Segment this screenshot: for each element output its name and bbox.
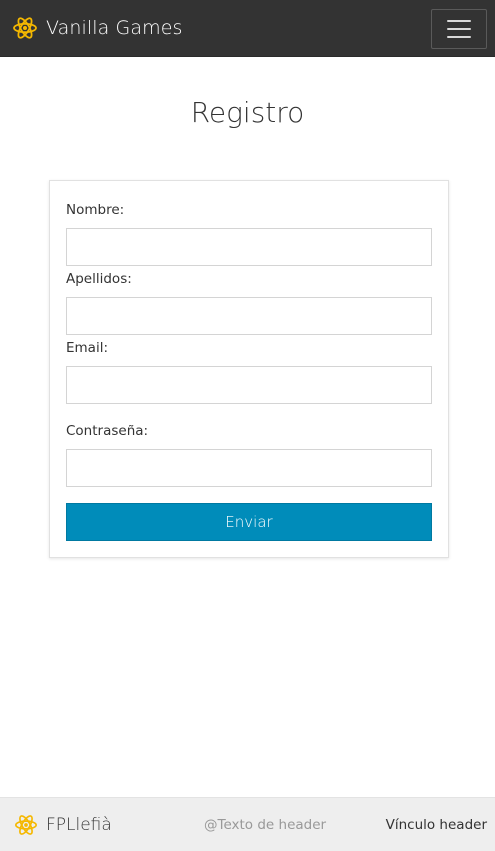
footer-link[interactable]: Vínculo header [386,817,487,833]
atom-icon [13,17,37,39]
registration-form-card: Nombre: Apellidos: Email: Contraseña: En… [49,180,449,558]
password-input[interactable] [66,449,432,487]
page-title: Registro [190,96,305,129]
navbar-toggle-button[interactable] [431,9,487,49]
email-input[interactable] [66,366,432,404]
atom-icon [15,815,37,835]
apellidos-label: Apellidos: [66,271,132,287]
apellidos-input[interactable] [66,297,432,335]
email-label: Email: [66,340,109,356]
footer: FPLlefià @Texto de header Vínculo header [0,797,495,851]
hamburger-menu-icon [447,20,471,38]
nombre-label: Nombre: [66,202,125,218]
footer-brand-link[interactable]: FPLlefià [14,812,112,838]
brand-link[interactable]: Vanilla Games [12,12,183,44]
contrasena-label: Contraseña: [66,423,149,439]
top-navbar: Vanilla Games [0,0,495,57]
brand-name: Vanilla Games [46,17,183,39]
footer-brand-name: FPLlefià [46,815,112,835]
nombre-input[interactable] [66,228,432,266]
footer-text: @Texto de header [204,817,327,833]
submit-button[interactable]: Enviar [66,503,432,541]
page: Vanilla Games Registro Nombre: Apellidos… [0,0,495,851]
